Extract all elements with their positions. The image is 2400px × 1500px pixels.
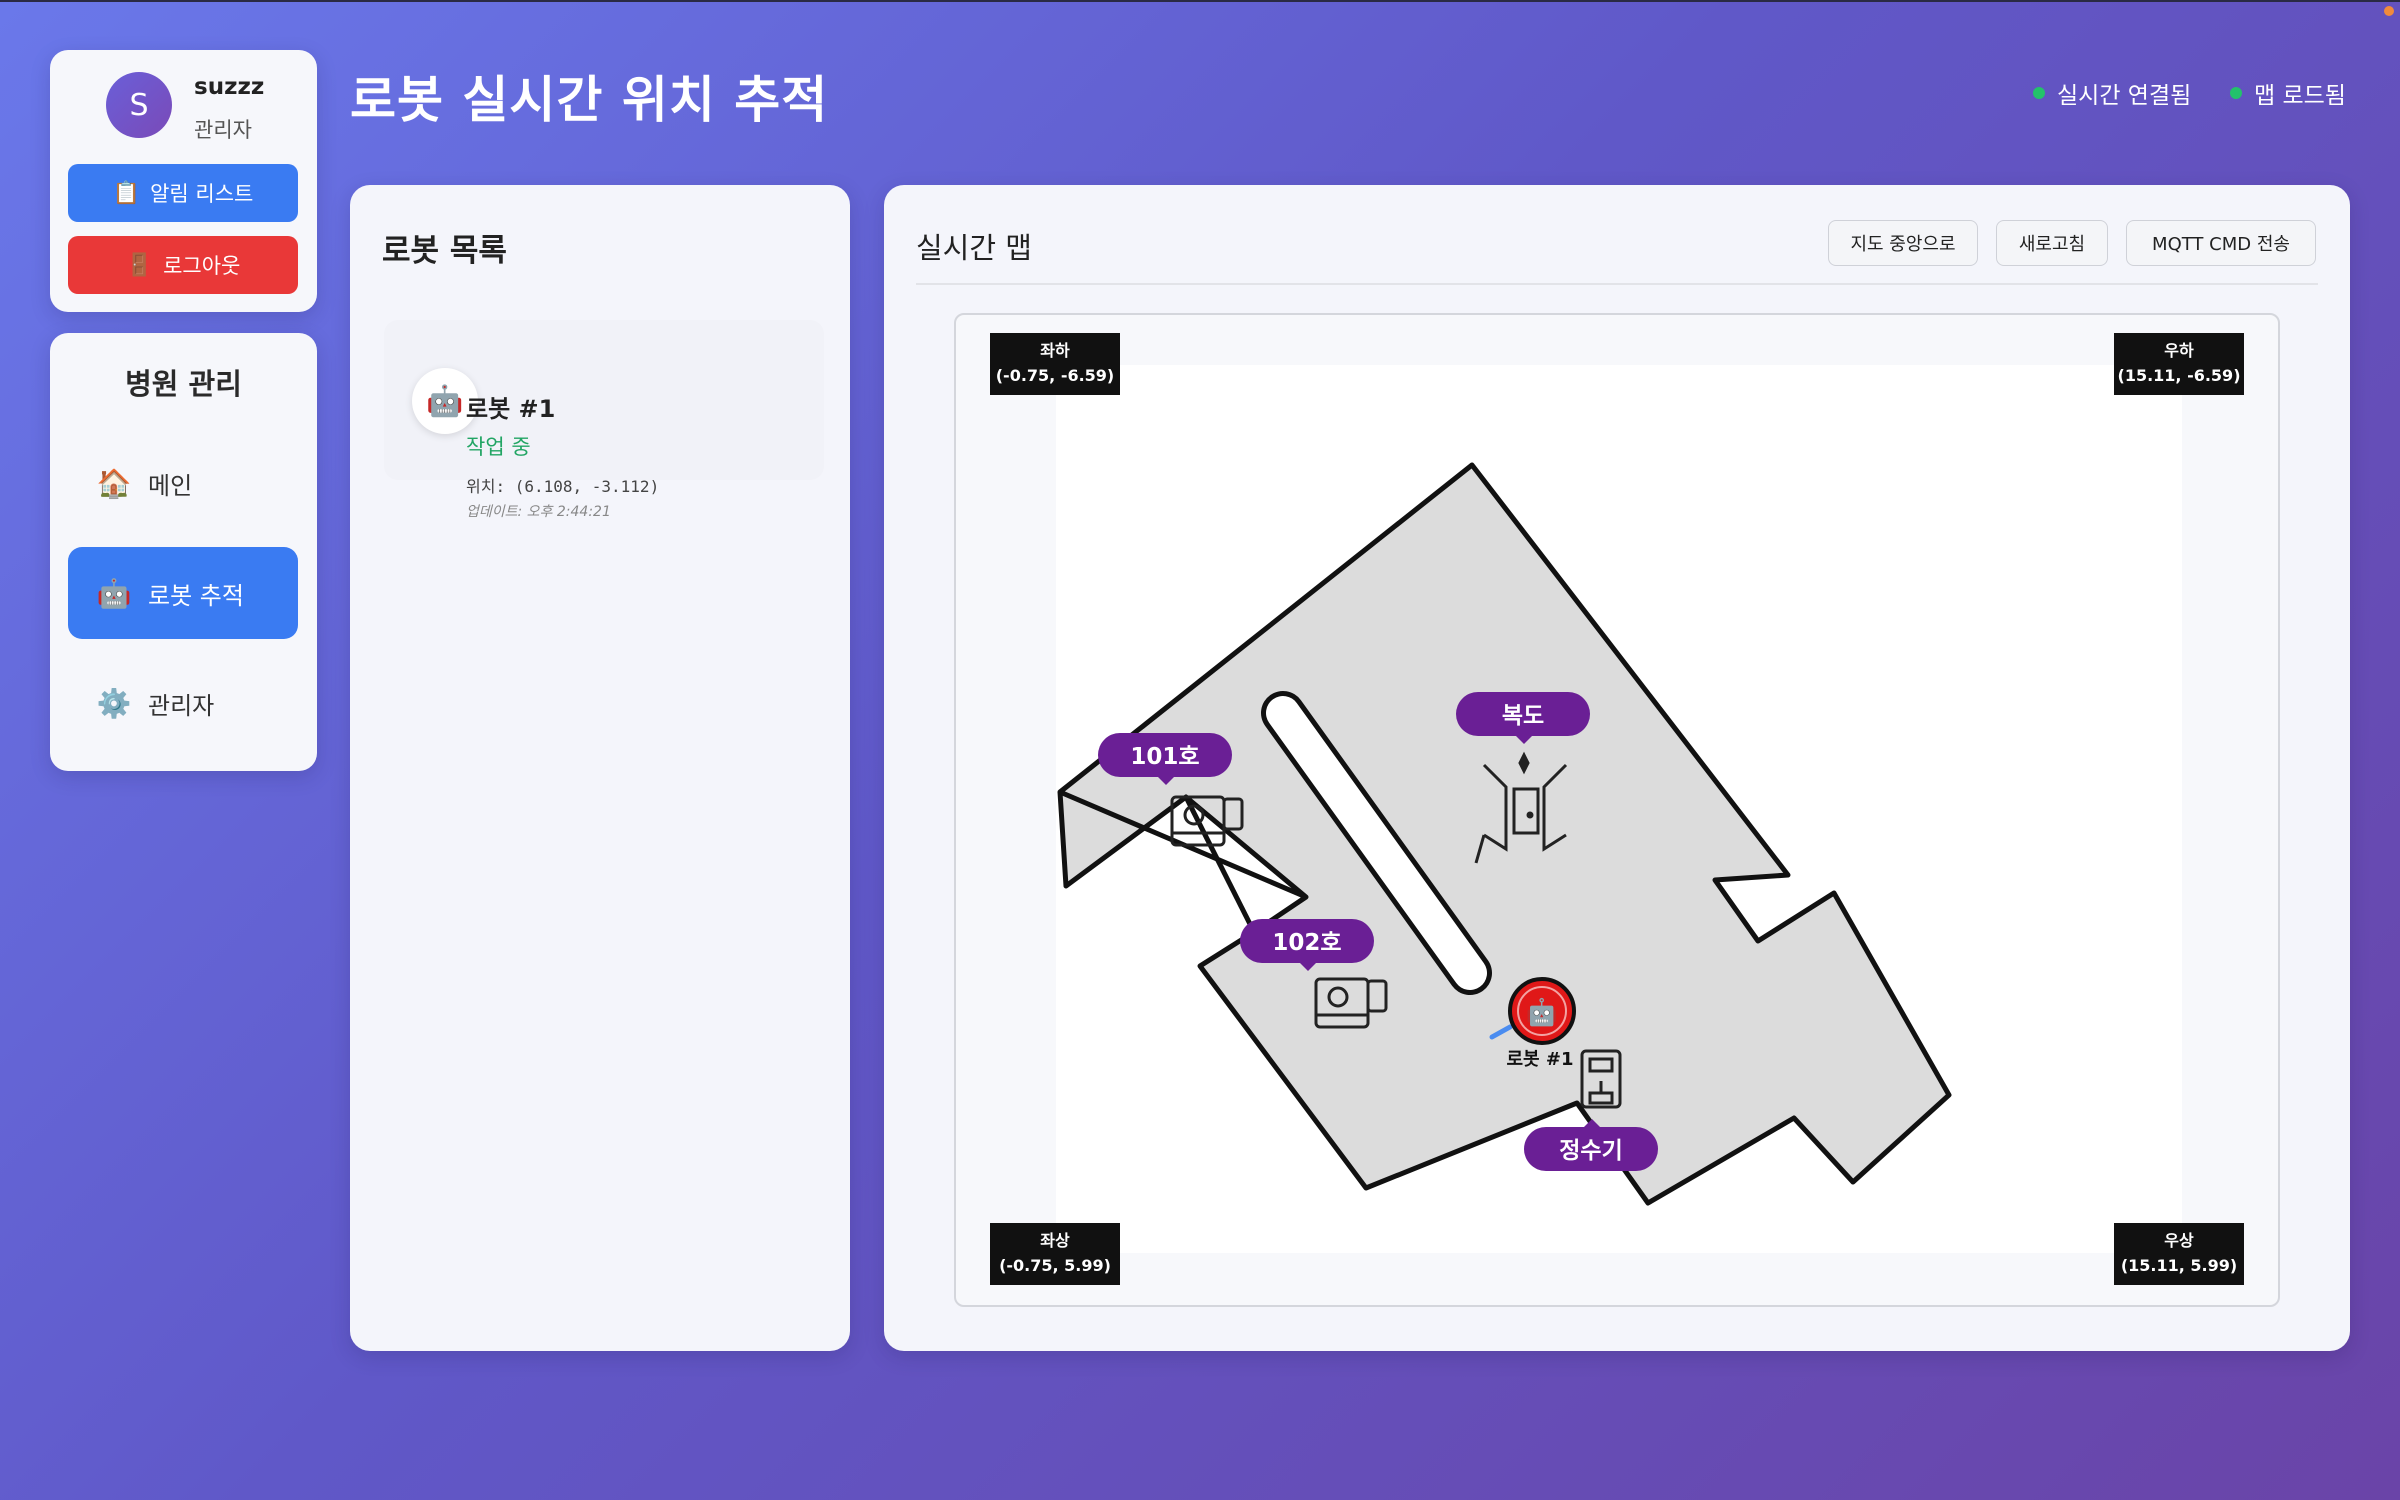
nav-item-label: 관리자 <box>148 691 215 720</box>
window-top-border <box>0 0 2400 2</box>
door-icon: 🚪 <box>125 252 154 278</box>
robot-icon: 🤖 <box>96 576 132 610</box>
divider <box>916 283 2318 285</box>
center-map-button[interactable]: 지도 중앙으로 <box>1828 220 1978 266</box>
floor-plan: 101호 102호 복도 정수기 🤖 로봇 #1 <box>1057 462 1952 1206</box>
map-canvas[interactable]: 101호 102호 복도 정수기 🤖 로봇 #1 좌하 (-0.75, -6.5… <box>954 313 2280 1307</box>
corner-coord: (-0.75, 5.99) <box>999 1256 1111 1275</box>
robot-marker-label: 로봇 #1 <box>1507 1049 1574 1070</box>
alert-list-button[interactable]: 📋 알림 리스트 <box>68 164 298 222</box>
nav-item-label: 메인 <box>148 471 193 500</box>
notification-dot <box>2384 6 2394 16</box>
clipboard-icon: 📋 <box>112 180 141 206</box>
user-card: S suzzz 관리자 📋 알림 리스트 🚪 로그아웃 <box>50 50 317 312</box>
room-label-102: 102호 <box>1272 930 1341 956</box>
user-role: 관리자 <box>194 118 252 142</box>
corner-coord: (15.11, -6.59) <box>2117 366 2241 385</box>
map-title: 실시간 맵 <box>916 231 1032 265</box>
room-label-corridor: 복도 <box>1502 703 1544 729</box>
robot-list-item[interactable]: 🤖 <box>384 320 824 480</box>
status-connection-label: 실시간 연결됨 <box>2057 83 2192 109</box>
map-panel: 실시간 맵 지도 중앙으로 새로고침 MQTT CMD 전송 101호 102호… <box>884 185 2350 1351</box>
robot-list-panel: 로봇 목록 🤖 로봇 #1 작업 중 위치: (6.108, -3.112) 업… <box>350 185 850 1351</box>
user-name: suzzz <box>194 74 265 100</box>
status-connection: 실시간 연결됨 <box>2033 76 2191 110</box>
robot-updated-time: 업데이트: 오후 2:44:21 <box>466 504 611 520</box>
avatar: S <box>106 72 172 138</box>
page-title: 로봇 실시간 위치 추적 <box>350 71 829 129</box>
corner-label-top-left: 좌하 (-0.75, -6.59) <box>990 333 1120 395</box>
nav-item-robot-tracking[interactable]: 🤖 로봇 추적 <box>68 547 298 639</box>
corner-name: 우하 <box>2164 341 2194 360</box>
mqtt-cmd-button[interactable]: MQTT CMD 전송 <box>2126 220 2316 266</box>
robot-position: 위치: (6.108, -3.112) <box>466 477 660 496</box>
corner-label-bottom-right: 우상 (15.11, 5.99) <box>2114 1223 2244 1285</box>
logout-label: 로그아웃 <box>163 254 241 278</box>
status-dot <box>2033 87 2045 99</box>
robot-list-title: 로봇 목록 <box>382 233 507 269</box>
robot-icon: 🤖 <box>1526 997 1558 1028</box>
corner-name: 우상 <box>2164 1231 2194 1250</box>
corner-name: 좌상 <box>1040 1231 1070 1250</box>
status-map: 맵 로드됨 <box>2230 76 2346 110</box>
house-icon: 🏠 <box>96 466 132 500</box>
corner-label-bottom-left: 좌상 (-0.75, 5.99) <box>990 1223 1120 1285</box>
robot-status: 작업 중 <box>466 435 531 459</box>
room-label-water: 정수기 <box>1559 1138 1622 1164</box>
nav-item-main[interactable]: 🏠 메인 <box>68 437 298 529</box>
alert-list-label: 알림 리스트 <box>150 182 254 206</box>
nav-card: 병원 관리 🏠 메인 🤖 로봇 추적 ⚙️ 관리자 <box>50 333 317 771</box>
nav-item-label: 로봇 추적 <box>148 581 244 610</box>
robot-name: 로봇 #1 <box>466 395 556 423</box>
corner-coord: (-0.75, -6.59) <box>995 366 1115 385</box>
refresh-button[interactable]: 새로고침 <box>1996 220 2108 266</box>
nav-title: 병원 관리 <box>125 367 242 401</box>
status-map-label: 맵 로드됨 <box>2254 83 2346 109</box>
corner-label-top-right: 우하 (15.11, -6.59) <box>2114 333 2244 395</box>
status-dot <box>2230 87 2242 99</box>
room-label-101: 101호 <box>1130 744 1199 770</box>
gear-icon: ⚙️ <box>96 686 132 720</box>
logout-button[interactable]: 🚪 로그아웃 <box>68 236 298 294</box>
corner-coord: (15.11, 5.99) <box>2120 1256 2238 1275</box>
corner-name: 좌하 <box>1040 341 1070 360</box>
nav-item-admin[interactable]: ⚙️ 관리자 <box>68 657 298 749</box>
